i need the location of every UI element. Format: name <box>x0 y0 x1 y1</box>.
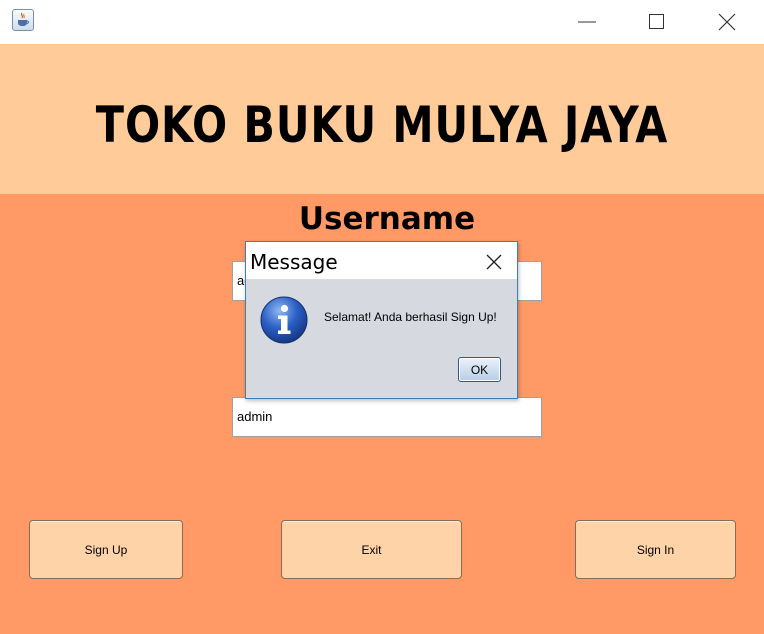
header-banner: TOKO BUKU MULYA JAYA <box>0 44 764 194</box>
minimize-icon <box>578 21 596 23</box>
dialog-close-button[interactable] <box>471 244 517 278</box>
dialog-titlebar: Message <box>246 242 517 279</box>
dialog-title: Message <box>250 250 338 274</box>
close-icon <box>718 13 736 31</box>
message-dialog: Message Selamat! Anda berhasil Sign Up! … <box>245 241 518 399</box>
sign-in-button[interactable]: Sign In <box>575 520 736 579</box>
java-coffee-icon[interactable] <box>12 9 34 31</box>
minimize-button[interactable] <box>552 0 622 44</box>
password-input[interactable]: admin <box>232 397 542 437</box>
sign-up-button[interactable]: Sign Up <box>29 520 183 579</box>
maximize-button[interactable] <box>622 0 692 44</box>
exit-button[interactable]: Exit <box>281 520 462 579</box>
window-titlebar <box>0 0 764 44</box>
store-title: TOKO BUKU MULYA JAYA <box>95 96 669 154</box>
dialog-message: Selamat! Anda berhasil Sign Up! <box>324 310 497 324</box>
info-icon <box>260 296 308 344</box>
username-label: Username <box>298 201 476 237</box>
window-close-button[interactable] <box>692 0 762 44</box>
close-icon <box>486 254 502 270</box>
maximize-icon <box>649 14 664 29</box>
ok-button[interactable]: OK <box>458 357 501 382</box>
